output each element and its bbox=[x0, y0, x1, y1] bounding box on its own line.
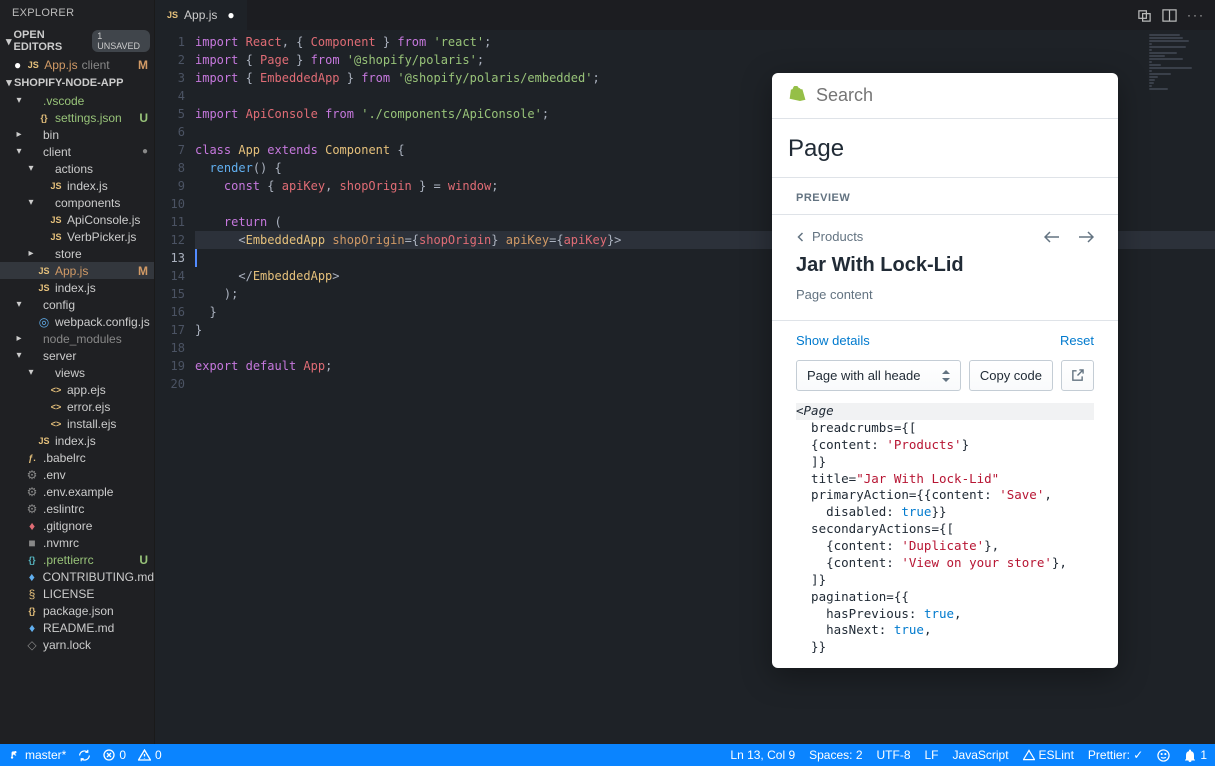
tree-item[interactable]: JSindex.js bbox=[0, 279, 154, 296]
tree-item[interactable]: ♦README.md bbox=[0, 619, 154, 636]
file-tree: ▾.vscode{}settings.jsonU▸bin▾client●▾act… bbox=[0, 92, 154, 744]
feedback-icon[interactable] bbox=[1157, 749, 1170, 762]
tree-item[interactable]: <>error.ejs bbox=[0, 398, 154, 415]
tree-item[interactable]: ▾config bbox=[0, 296, 154, 313]
panel-search-input[interactable] bbox=[816, 85, 1102, 106]
explorer-sidebar: EXPLORER ▾ OPEN EDITORS 1 UNSAVED ● JS A… bbox=[0, 0, 155, 744]
tree-item[interactable]: ◎webpack.config.js bbox=[0, 313, 154, 330]
tree-item[interactable]: <>app.ejs bbox=[0, 381, 154, 398]
copy-code-button[interactable]: Copy code bbox=[969, 360, 1053, 391]
language-mode[interactable]: JavaScript bbox=[953, 748, 1009, 762]
tree-item[interactable]: ◇yarn.lock bbox=[0, 636, 154, 653]
tree-item[interactable]: JSVerbPicker.js bbox=[0, 228, 154, 245]
tree-item[interactable]: ▸bin bbox=[0, 126, 154, 143]
tree-item[interactable]: {}.prettierrcU bbox=[0, 551, 154, 568]
warnings-count[interactable]: 0 bbox=[138, 748, 162, 762]
tree-item[interactable]: JSindex.js bbox=[0, 177, 154, 194]
split-editor-icon[interactable] bbox=[1162, 8, 1177, 23]
tree-item[interactable]: ▾server bbox=[0, 347, 154, 364]
shopify-logo-icon bbox=[788, 86, 806, 106]
tree-item[interactable]: JSApp.jsM bbox=[0, 262, 154, 279]
tree-item[interactable]: {}settings.jsonU bbox=[0, 109, 154, 126]
polaris-panel: Page PREVIEW Products Jar With Lock-Lid … bbox=[772, 73, 1118, 668]
prettier-status[interactable]: Prettier: ✓ bbox=[1088, 748, 1143, 762]
tree-item[interactable]: ▾views bbox=[0, 364, 154, 381]
tree-item[interactable]: ƒ..babelrc bbox=[0, 449, 154, 466]
tree-item[interactable]: ♦CONTRIBUTING.md bbox=[0, 568, 154, 585]
tree-item[interactable]: JSindex.js bbox=[0, 432, 154, 449]
sync-button[interactable] bbox=[78, 749, 91, 762]
tree-item[interactable]: §LICENSE bbox=[0, 585, 154, 602]
encoding[interactable]: UTF-8 bbox=[877, 748, 911, 762]
preview-title: Jar With Lock-Lid bbox=[796, 254, 1094, 277]
indentation[interactable]: Spaces: 2 bbox=[809, 748, 862, 762]
tree-item[interactable]: ▾client● bbox=[0, 143, 154, 160]
eslint-status[interactable]: ESLint bbox=[1023, 748, 1074, 762]
compare-changes-icon[interactable] bbox=[1137, 8, 1152, 23]
tree-item[interactable]: <>install.ejs bbox=[0, 415, 154, 432]
tree-item[interactable]: {}package.json bbox=[0, 602, 154, 619]
tree-item[interactable]: JSApiConsole.js bbox=[0, 211, 154, 228]
preview-label: PREVIEW bbox=[772, 178, 1118, 215]
tree-item[interactable]: ♦.gitignore bbox=[0, 517, 154, 534]
status-bar: master* 0 0 Ln 13, Col 9 Spaces: 2 UTF-8… bbox=[0, 744, 1215, 766]
open-editor-item[interactable]: ● JS App.js client M bbox=[0, 56, 154, 73]
cursor-position[interactable]: Ln 13, Col 9 bbox=[730, 748, 795, 762]
unsaved-badge: 1 UNSAVED bbox=[92, 30, 150, 52]
more-actions-icon[interactable]: ··· bbox=[1187, 8, 1205, 22]
tree-item[interactable]: ▸node_modules bbox=[0, 330, 154, 347]
git-branch[interactable]: master* bbox=[8, 748, 66, 762]
open-external-button[interactable] bbox=[1061, 360, 1094, 391]
errors-count[interactable]: 0 bbox=[103, 748, 126, 762]
pagination-next-icon[interactable] bbox=[1078, 231, 1094, 243]
tree-item[interactable]: ▸store bbox=[0, 245, 154, 262]
editor-tabs: JS App.js ● ··· bbox=[155, 0, 1215, 30]
project-section[interactable]: ▾ SHOPIFY-NODE-APP bbox=[0, 73, 154, 92]
preview-content: Page content bbox=[796, 287, 1094, 302]
tree-item[interactable]: ▾.vscode bbox=[0, 92, 154, 109]
tab-app-js[interactable]: JS App.js ● bbox=[155, 0, 247, 30]
panel-header: Page bbox=[772, 119, 1118, 178]
notifications[interactable]: 1 bbox=[1184, 748, 1207, 762]
tree-item[interactable]: ▾actions bbox=[0, 160, 154, 177]
explorer-title: EXPLORER bbox=[0, 0, 154, 26]
breadcrumb-products[interactable]: Products bbox=[796, 229, 863, 244]
pagination-prev-icon[interactable] bbox=[1044, 231, 1060, 243]
code-snippet: <Page breadcrumbs={[ {content: 'Products… bbox=[772, 403, 1118, 668]
panel-search-bar bbox=[772, 73, 1118, 119]
tree-item[interactable]: ▾components bbox=[0, 194, 154, 211]
tree-item[interactable]: ⚙.env.example bbox=[0, 483, 154, 500]
open-editors-section[interactable]: ▾ OPEN EDITORS 1 UNSAVED bbox=[0, 26, 154, 56]
minimap[interactable] bbox=[1145, 30, 1215, 210]
reset-link[interactable]: Reset bbox=[1060, 333, 1094, 348]
tree-item[interactable]: ■.nvmrc bbox=[0, 534, 154, 551]
eol[interactable]: LF bbox=[925, 748, 939, 762]
tree-item[interactable]: ⚙.eslintrc bbox=[0, 500, 154, 517]
show-details-link[interactable]: Show details bbox=[796, 333, 870, 348]
tree-item[interactable]: ⚙.env bbox=[0, 466, 154, 483]
example-select[interactable]: Page with all heade bbox=[796, 360, 961, 391]
